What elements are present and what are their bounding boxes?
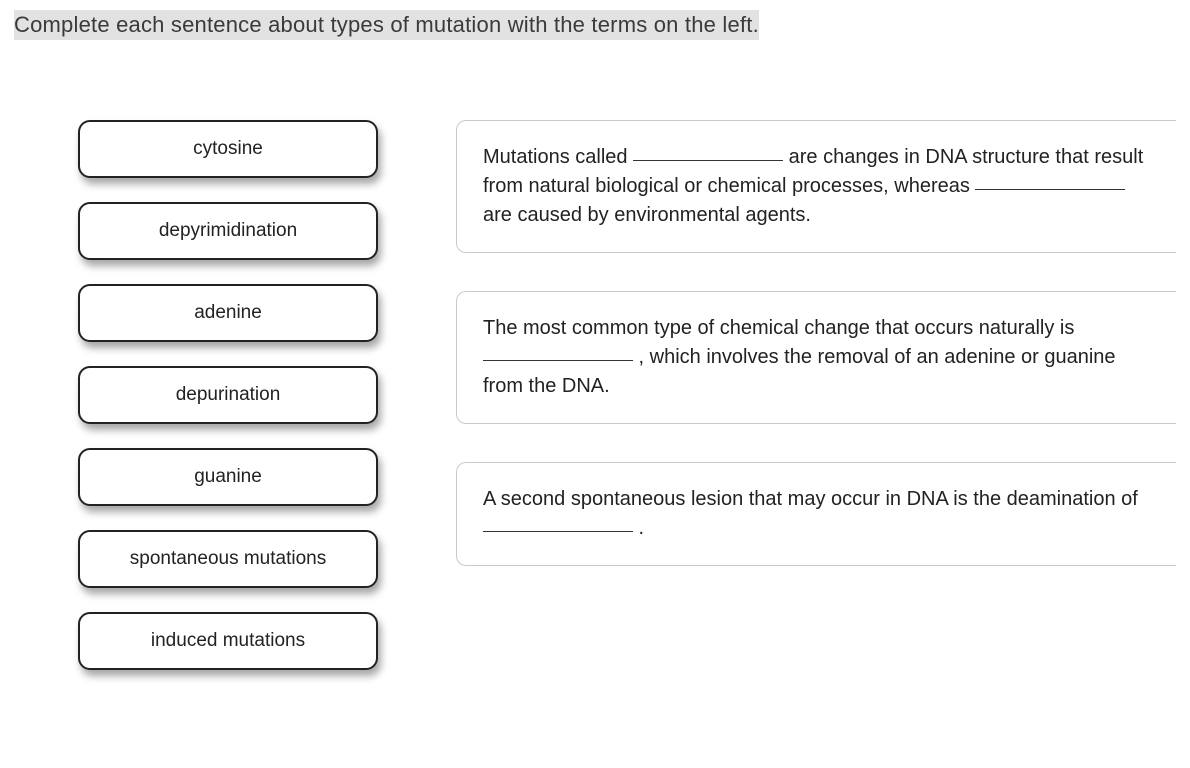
panel1-blank-1[interactable] [633,141,783,161]
term-depurination[interactable]: depurination [78,366,378,424]
term-spontaneous-mutations[interactable]: spontaneous mutations [78,530,378,588]
panel2-blank-1[interactable] [483,341,633,361]
term-depyrimidination[interactable]: depyrimidination [78,202,378,260]
term-induced-mutations[interactable]: induced mutations [78,612,378,670]
panel1-blank-2[interactable] [975,170,1125,190]
term-list: cytosine depyrimidination adenine depuri… [78,120,378,670]
content-area: cytosine depyrimidination adenine depuri… [14,120,1176,670]
term-cytosine[interactable]: cytosine [78,120,378,178]
drop-panels: Mutations called are changes in DNA stru… [456,120,1176,670]
panel1-text-a: Mutations called [483,146,633,168]
instruction-text: Complete each sentence about types of mu… [14,10,759,40]
sentence-panel-3[interactable]: A second spontaneous lesion that may occ… [456,462,1176,566]
sentence-panel-2[interactable]: The most common type of chemical change … [456,291,1176,424]
panel3-blank-1[interactable] [483,512,633,532]
panel1-text-c: are caused by environmental agents. [483,204,811,226]
term-guanine[interactable]: guanine [78,448,378,506]
panel3-text-a: A second spontaneous lesion that may occ… [483,488,1138,510]
panel2-text-a: The most common type of chemical change … [483,317,1074,339]
sentence-panel-1[interactable]: Mutations called are changes in DNA stru… [456,120,1176,253]
term-adenine[interactable]: adenine [78,284,378,342]
panel3-text-b: . [633,517,644,539]
